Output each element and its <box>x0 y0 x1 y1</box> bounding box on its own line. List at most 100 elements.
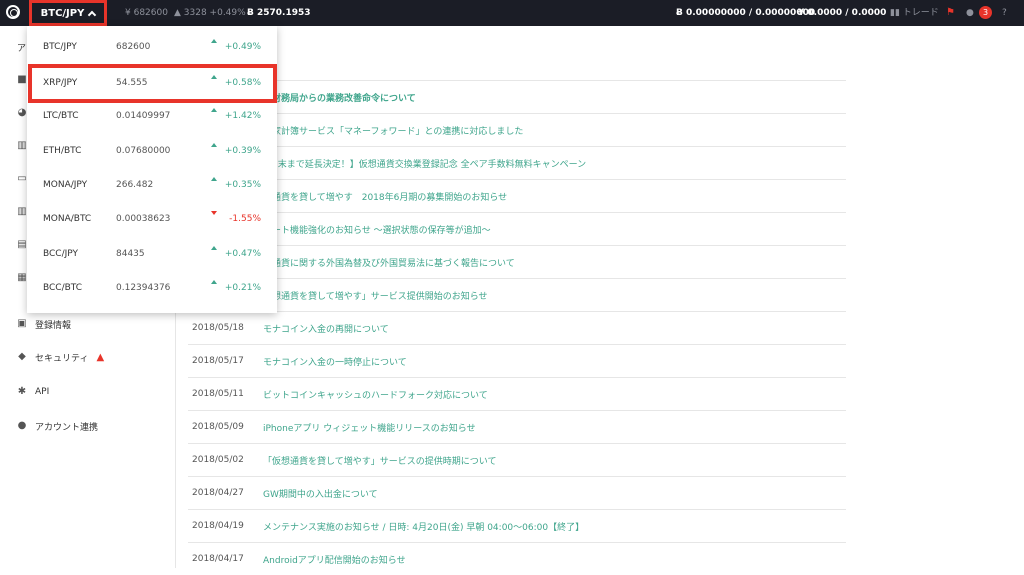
sidebar-item-label: アカウント連携 <box>35 422 99 433</box>
pair-name: ETH/BTC <box>43 146 82 156</box>
sidebar-item-api[interactable]: ✱ API <box>17 382 49 402</box>
sidebar-item-jpy[interactable]: ▥ <box>17 202 27 222</box>
up-arrow-icon <box>211 143 217 147</box>
pair-option-mona-jpy[interactable]: MONA/JPY 266.482 +0.35% <box>27 168 277 202</box>
sidebar-item-linked-accounts[interactable]: ● アカウント連携 <box>17 416 98 436</box>
news-row[interactable]: 想通貨を貸して増やす 2018年6月期の募集開始のお知らせ <box>188 179 846 212</box>
pair-price: 266.482 <box>116 180 154 190</box>
flag-icon[interactable]: ⚑ <box>946 0 955 26</box>
news-title[interactable]: 想通貨に関する外国為替及び外国貿易法に基づく報告について <box>263 256 515 269</box>
news-title[interactable]: 7月末まで延長決定！】仮想通貨交換業登録記念 全ペア手数料無料キャンペーン <box>263 157 586 170</box>
current-price: ¥ 682600 <box>125 8 168 18</box>
pair-name: LTC/BTC <box>43 111 79 121</box>
news-title[interactable]: 「仮想通貨を貸して増やす」サービスの提供時期について <box>263 454 496 467</box>
pair-price: 0.01409997 <box>116 111 171 121</box>
sidebar-item-label: 登録情報 <box>35 320 72 331</box>
news-title[interactable]: ャート機能強化のお知らせ 〜選択状態の保存等が追加〜 <box>263 223 491 236</box>
news-title[interactable]: モナコイン入金の一時停止について <box>263 355 407 368</box>
news-title[interactable]: 想通貨を貸して増やす 2018年6月期の募集開始のお知らせ <box>263 190 507 203</box>
user-icon[interactable]: ● <box>966 0 974 26</box>
pair-change: +1.42% <box>224 111 261 121</box>
news-row[interactable]: 2018/04/27 GW期間中の入出金について <box>188 476 846 509</box>
news-title[interactable]: Androidアプリ配信開始のお知らせ <box>263 553 406 566</box>
pair-option-xrp-jpy[interactable]: XRP/JPY 54.555 +0.58% <box>27 66 277 100</box>
pair-option-mona-btc[interactable]: MONA/BTC 0.00038623 -1.55% <box>27 202 277 236</box>
news-title[interactable]: モナコイン入金の再開について <box>263 322 389 335</box>
pair-change: +0.47% <box>224 249 261 259</box>
pair-change: +0.58% <box>224 78 261 88</box>
news-title[interactable]: 仮想通貨を貸して増やす」サービス提供開始のお知らせ <box>263 289 488 302</box>
clipboard-icon: ▤ <box>17 239 27 250</box>
sidebar-item-withdraw[interactable]: ▭ <box>17 169 27 189</box>
news-date: 2018/05/11 <box>192 389 244 399</box>
news-title[interactable]: 動家計簿サービス「マネーフォワード」との連携に対応しました <box>263 124 523 137</box>
news-row[interactable]: 動家計簿サービス「マネーフォワード」との連携に対応しました <box>188 113 846 146</box>
sidebar-item-profile[interactable]: ▣ 登録情報 <box>17 314 71 334</box>
news-title[interactable]: メンテナンス実施のお知らせ / 日時: 4月20日(金) 早朝 04:00〜06… <box>263 520 584 533</box>
news-date: 2018/04/17 <box>192 554 244 564</box>
pie-icon: ◕ <box>17 107 27 118</box>
news-row[interactable]: 2018/05/09 iPhoneアプリ ウィジェット機能リリースのお知らせ <box>188 410 846 443</box>
pair-selector-button[interactable]: BTC/JPY <box>29 0 107 26</box>
news-title[interactable]: GW期間中の入出金について <box>263 487 378 500</box>
down-arrow-icon <box>211 211 217 215</box>
bank-icon: ▥ <box>17 140 27 151</box>
chart-icon: ▮▮ <box>890 8 900 18</box>
people-icon: ● <box>17 420 27 431</box>
pair-price: 0.07680000 <box>116 146 171 156</box>
news-row[interactable]: 仮想通貨を貸して増やす」サービス提供開始のお知らせ <box>188 278 846 311</box>
btc-value: Ƀ 2570.1953 <box>247 8 311 18</box>
pair-dropdown: BTC/JPY 682600 +0.49% XRP/JPY 54.555 +0.… <box>27 26 277 313</box>
news-row[interactable]: 2018/04/19 メンテナンス実施のお知らせ / 日時: 4月20日(金) 早… <box>188 509 846 542</box>
pair-option-bcc-btc[interactable]: BCC/BTC 0.12394376 +0.21% <box>27 271 277 305</box>
pair-change: +0.21% <box>224 283 261 293</box>
news-date: 2018/05/18 <box>192 323 244 333</box>
pair-name: BTC/JPY <box>43 42 77 52</box>
news-date: 2018/05/09 <box>192 422 244 432</box>
trade-link[interactable]: ▮▮ トレード <box>890 0 939 26</box>
sidebar-item-chat[interactable]: ■ <box>17 70 27 90</box>
pair-change: +0.35% <box>224 180 261 190</box>
sidebar-item-history[interactable]: ▤ <box>17 235 27 255</box>
sidebar-item-assets[interactable]: ◕ <box>17 103 27 123</box>
news-row[interactable]: ャート機能強化のお知らせ 〜選択状態の保存等が追加〜 <box>188 212 846 245</box>
pair-change: -1.55% <box>229 214 261 224</box>
pair-change: +0.39% <box>224 146 261 156</box>
sidebar-item-report[interactable]: ▦ <box>17 268 27 288</box>
news-row[interactable]: 2018/04/17 Androidアプリ配信開始のお知らせ <box>188 542 846 575</box>
pair-name: MONA/BTC <box>43 214 92 224</box>
news-row[interactable]: 2018/05/11 ビットコインキャッシュのハードフォーク対応について <box>188 377 846 410</box>
news-title[interactable]: iPhoneアプリ ウィジェット機能リリースのお知らせ <box>263 421 476 434</box>
news-title[interactable]: 東財務局からの業務改善命令について <box>263 91 416 104</box>
pair-option-bcc-jpy[interactable]: BCC/JPY 84435 +0.47% <box>27 237 277 271</box>
warning-icon: ▲ <box>96 351 105 363</box>
bitbank-logo-icon[interactable] <box>6 5 20 19</box>
pair-option-btc-jpy[interactable]: BTC/JPY 682600 +0.49% <box>27 30 277 64</box>
pair-price: 0.12394376 <box>116 283 171 293</box>
pair-name: BCC/JPY <box>43 249 78 259</box>
sidebar-item-deposit[interactable]: ▥ <box>17 136 27 156</box>
pair-option-eth-btc[interactable]: ETH/BTC 0.07680000 +0.39% <box>27 134 277 168</box>
pair-price: 0.00038623 <box>116 214 171 224</box>
news-row[interactable]: 東財務局からの業務改善命令について <box>188 80 846 113</box>
sidebar-item-label: セキュリティ <box>35 353 89 364</box>
news-row[interactable]: 2018/05/18 モナコイン入金の再開について <box>188 311 846 344</box>
sidebar-item-account[interactable]: ア <box>17 37 26 57</box>
sidebar-item-security[interactable]: ◆ セキュリティ ▲ <box>17 347 104 367</box>
up-arrow-icon <box>211 108 217 112</box>
news-title[interactable]: ビットコインキャッシュのハードフォーク対応について <box>263 388 488 401</box>
btc-balance: Ƀ 0.00000000 / 0.00000000 <box>676 8 816 18</box>
jpy-balance: ¥ 0.0000 / 0.0000 <box>798 8 887 18</box>
notification-badge[interactable]: 3 <box>979 6 992 19</box>
id-card-icon: ▣ <box>17 318 27 329</box>
pair-name: XRP/JPY <box>43 78 78 88</box>
news-row[interactable]: 想通貨に関する外国為替及び外国貿易法に基づく報告について <box>188 245 846 278</box>
news-row[interactable]: 2018/05/17 モナコイン入金の一時停止について <box>188 344 846 377</box>
card-icon: ▭ <box>17 173 27 184</box>
pair-option-ltc-btc[interactable]: LTC/BTC 0.01409997 +1.42% <box>27 99 277 133</box>
news-row[interactable]: 7月末まで延長決定！】仮想通貨交換業登録記念 全ペア手数料無料キャンペーン <box>188 146 846 179</box>
sidebar-item-label: API <box>35 387 50 397</box>
news-date: 2018/04/19 <box>192 521 244 531</box>
news-row[interactable]: 2018/05/02 「仮想通貨を貸して増やす」サービスの提供時期について <box>188 443 846 476</box>
help-icon[interactable]: ? <box>1002 0 1007 26</box>
